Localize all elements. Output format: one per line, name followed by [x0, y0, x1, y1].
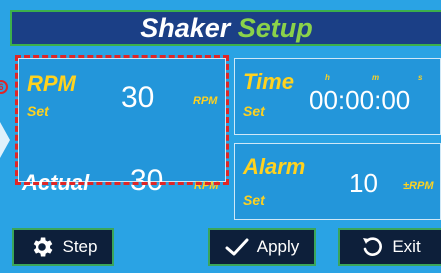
time-minutes[interactable]: 00: [345, 85, 374, 115]
alarm-set-value[interactable]: 10: [349, 170, 378, 196]
step-button[interactable]: Step: [12, 228, 114, 266]
alarm-unit: ±RPM: [403, 180, 434, 192]
apply-button[interactable]: Apply: [208, 228, 316, 266]
title-word-setup: Setup: [237, 12, 313, 43]
hours-unit: h: [325, 73, 330, 82]
exit-button[interactable]: Exit: [338, 228, 441, 266]
previous-arrow-icon[interactable]: [0, 122, 10, 158]
seconds-unit: s: [418, 73, 423, 82]
time-value[interactable]: 00:00:00: [309, 87, 410, 113]
exit-button-label: Exit: [392, 237, 421, 256]
title-word-shaker: Shaker: [140, 12, 231, 43]
time-hours[interactable]: 00: [309, 85, 338, 115]
title-bar: Shaker Setup: [10, 10, 441, 46]
time-seconds[interactable]: 00: [381, 85, 410, 115]
alarm-set-label: Set: [243, 192, 265, 208]
time-set-label: Set: [243, 103, 265, 119]
checkmark-icon: [225, 237, 249, 257]
time-label: Time: [243, 69, 294, 94]
page-title: Shaker Setup: [140, 12, 313, 43]
time-set-panel[interactable]: Time Set h m s 00:00:00: [234, 58, 441, 135]
callout-marker-number: 6: [0, 81, 4, 92]
undo-arrow-icon: [360, 235, 384, 259]
alarm-set-panel[interactable]: Alarm Set 10 ±RPM: [234, 143, 441, 220]
callout-marker: 6: [0, 80, 8, 94]
step-button-label: Step: [62, 237, 98, 256]
alarm-label: Alarm: [243, 154, 306, 179]
minutes-unit: m: [372, 73, 380, 82]
selection-highlight: [15, 55, 229, 185]
gear-icon: [29, 234, 55, 260]
apply-button-label: Apply: [256, 237, 300, 256]
